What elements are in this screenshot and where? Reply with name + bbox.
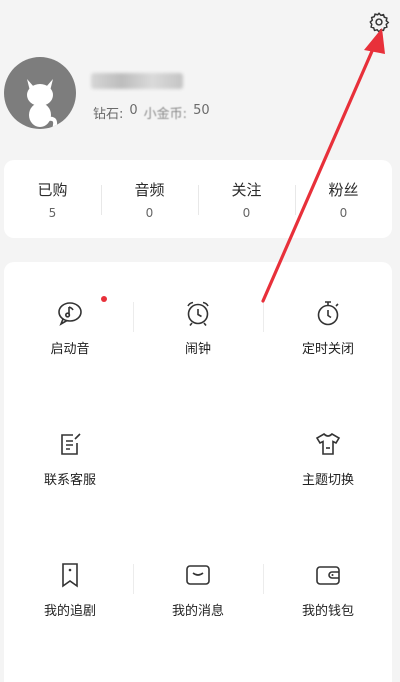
grid-item-label: 我的消息 — [171, 604, 224, 619]
settings-button[interactable] — [366, 9, 392, 35]
stat-audio[interactable]: 音频 0 — [101, 179, 198, 220]
grid-item-my-series[interactable]: 我的追剧 — [6, 560, 134, 640]
grid-item-label: 联系客服 — [43, 473, 96, 488]
grid-item-my-wallet[interactable]: 我的钱包 — [264, 560, 392, 640]
stat-fans[interactable]: 粉丝 0 — [295, 179, 392, 220]
stats-card: 已购 5 音频 0 关注 0 粉丝 0 — [4, 160, 392, 238]
stat-count: 0 — [145, 205, 154, 220]
stat-count: 5 — [48, 205, 57, 220]
stat-label: 关注 — [231, 180, 262, 199]
grid-item-label: 我的追剧 — [43, 604, 96, 619]
music-bubble-icon — [55, 298, 85, 328]
grid-item-label: 启动音 — [50, 342, 90, 357]
coin-label: 小金币: — [143, 107, 188, 122]
grid-item-label: 我的钱包 — [301, 604, 354, 619]
stopwatch-icon — [313, 298, 343, 328]
coin-value: 50 — [193, 103, 210, 118]
cat-avatar-icon — [27, 79, 58, 129]
avatar[interactable] — [4, 57, 76, 129]
grid-item-sleep-timer[interactable]: 定时关闭 — [264, 298, 392, 378]
alarm-clock-icon — [183, 298, 213, 328]
bookmark-icon — [55, 560, 85, 590]
wallet-icon — [313, 560, 343, 590]
asset-info: 钻石: 0 小金币: 50 — [93, 103, 210, 122]
grid-item-alarm[interactable]: 闹钟 — [134, 298, 262, 378]
grid-item-label: 闹钟 — [184, 342, 211, 357]
message-envelope-icon — [183, 560, 213, 590]
stat-following[interactable]: 关注 0 — [198, 179, 295, 220]
diamond-value: 0 — [129, 103, 138, 118]
tshirt-icon — [313, 429, 343, 459]
grid-item-label: 主题切换 — [301, 473, 354, 488]
diamond-label: 钻石: — [93, 107, 124, 122]
grid-item-my-messages[interactable]: 我的消息 — [134, 560, 262, 640]
gear-icon — [369, 12, 390, 33]
grid-item-startup-sound[interactable]: 启动音 — [6, 298, 134, 378]
stat-count: 0 — [242, 205, 251, 220]
stat-purchased[interactable]: 已购 5 — [4, 179, 101, 220]
stat-count: 0 — [339, 205, 348, 220]
new-badge — [101, 296, 107, 302]
edit-note-icon — [55, 429, 85, 459]
grid-item-theme-switch[interactable]: 主题切换 — [264, 429, 392, 509]
grid-item-label: 定时关闭 — [301, 342, 354, 357]
username-blurred — [91, 73, 183, 89]
stat-label: 已购 — [37, 180, 68, 199]
feature-grid: 启动音 闹钟 定时关闭 联系客服 主题切换 我的追剧 我的消息 我的钱包 — [4, 262, 392, 682]
stat-label: 粉丝 — [328, 180, 359, 199]
grid-item-customer-service[interactable]: 联系客服 — [6, 429, 134, 509]
stat-label: 音频 — [134, 180, 165, 199]
